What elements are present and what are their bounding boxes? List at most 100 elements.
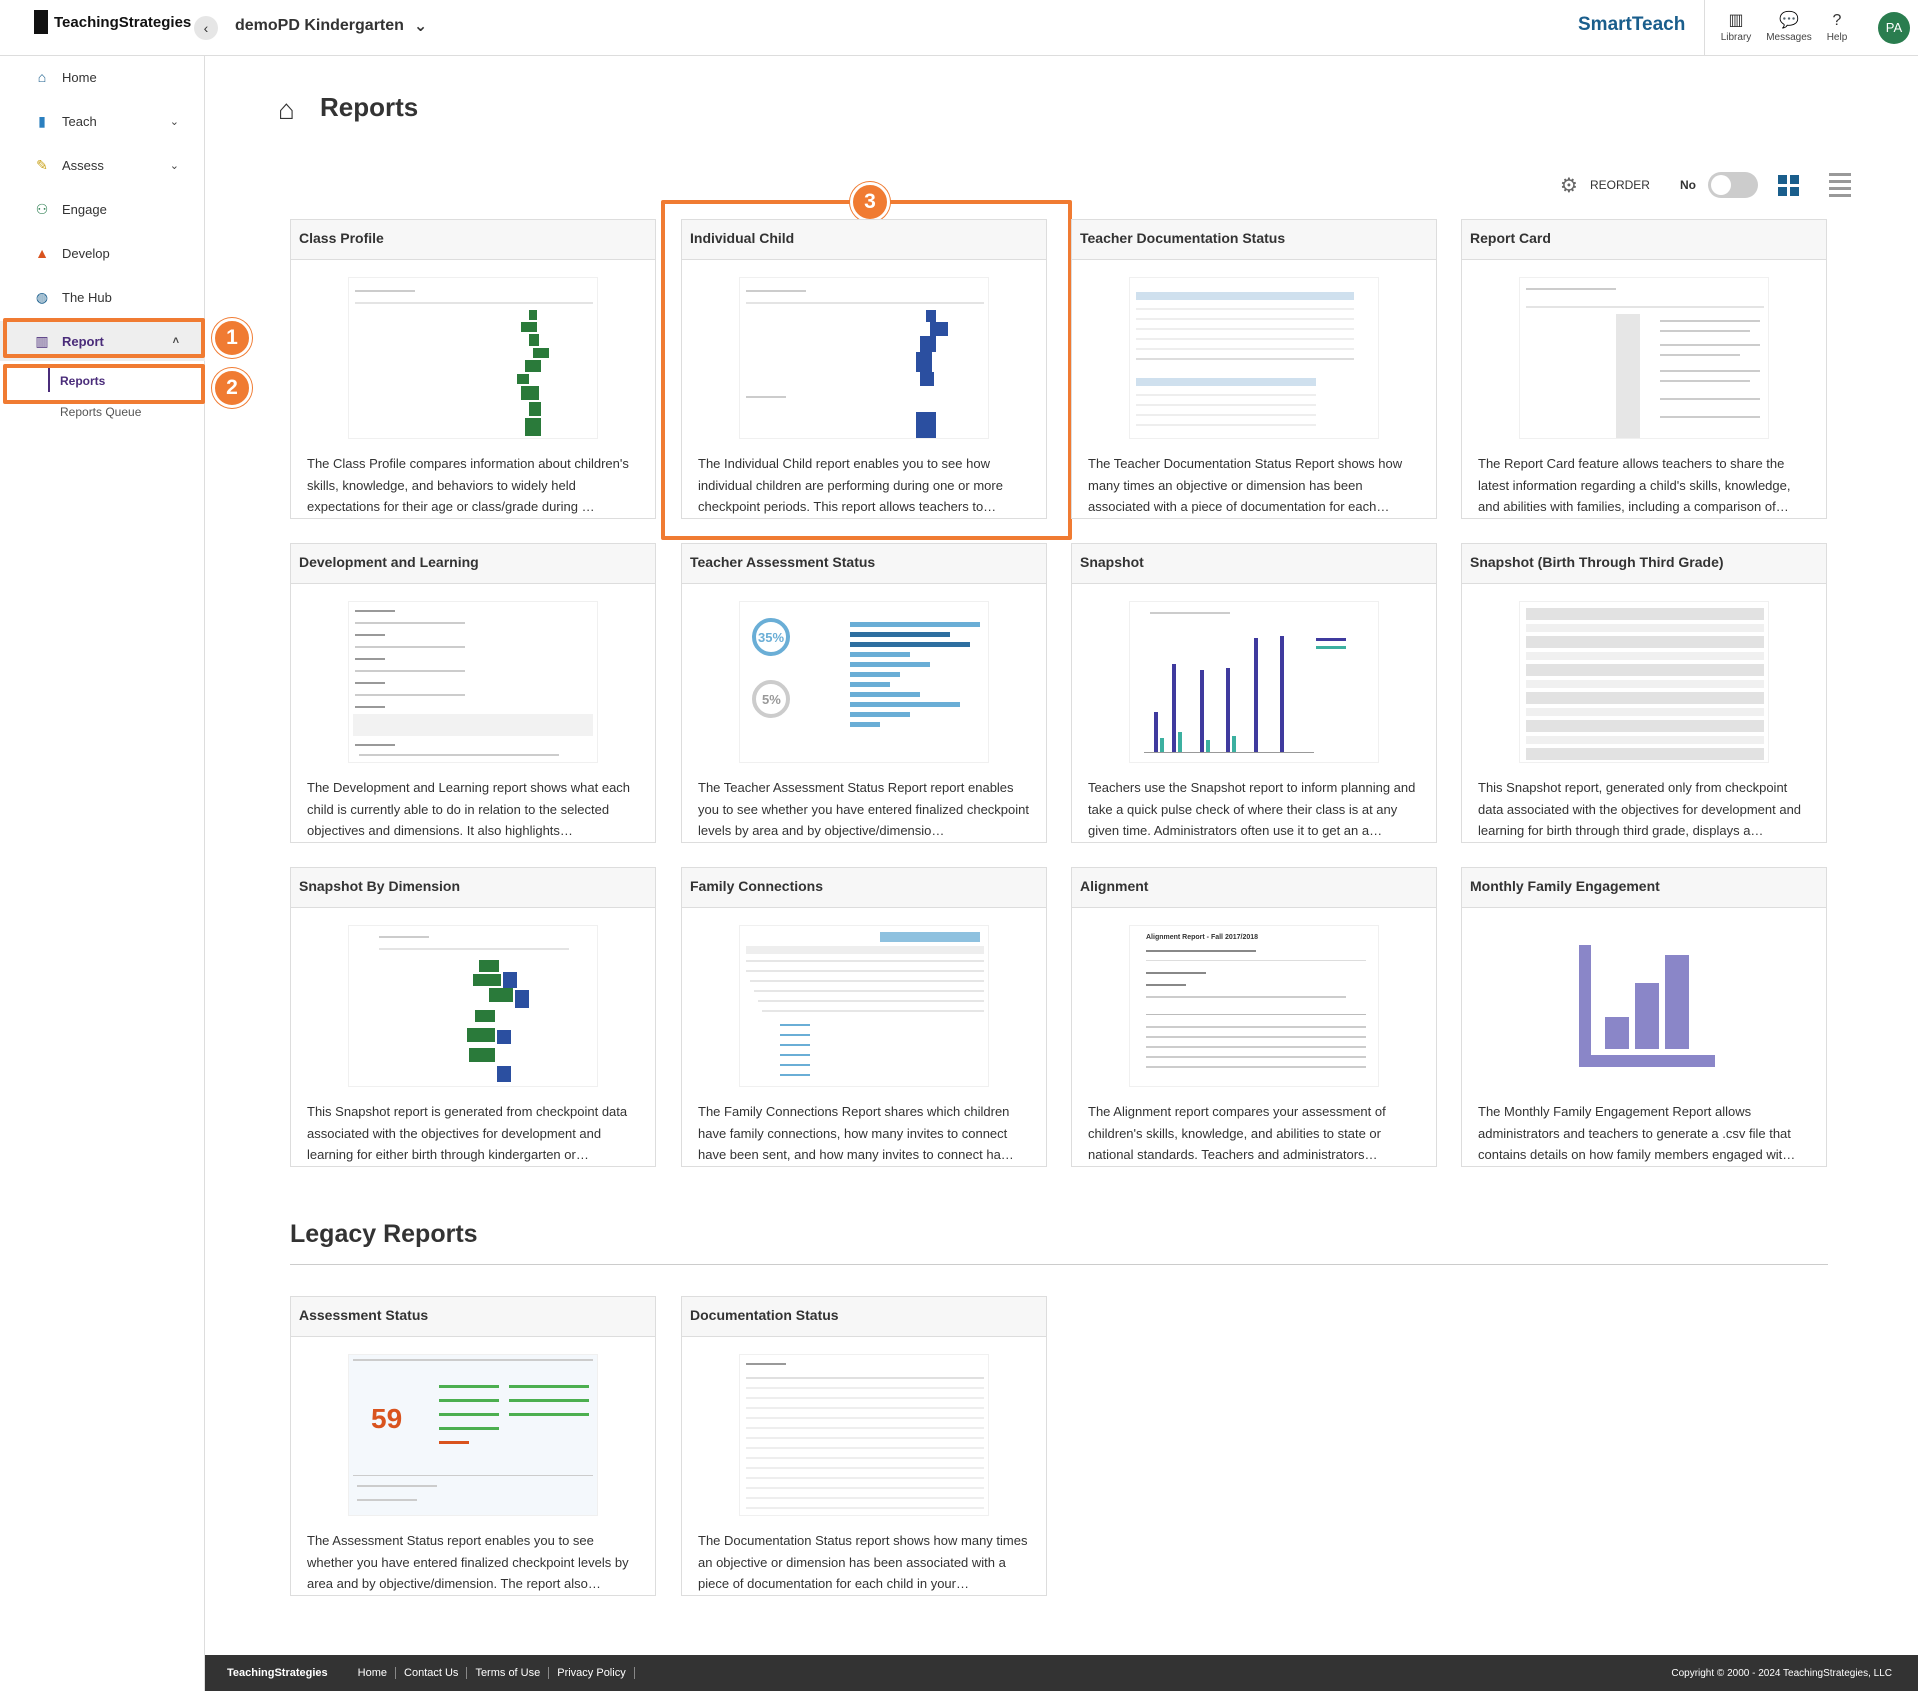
report-card-assessment-status[interactable]: Assessment Status 59 The Assessment Stat… [290, 1296, 656, 1596]
card-description: Teachers use the Snapshot report to info… [1088, 780, 1416, 838]
footer-logo: TeachingStrategies [227, 1667, 328, 1679]
mortarboard-icon: ▲ [35, 245, 49, 261]
report-thumbnail [299, 594, 647, 770]
top-bar: TeachingStrategies ‹ demoPD Kindergarten… [0, 0, 1918, 56]
card-title: Teacher Assessment Status [682, 544, 1046, 584]
report-card-teacher-documentation-status[interactable]: Teacher Documentation Status The Teacher… [1071, 219, 1437, 519]
pencil-icon: ✎ [36, 156, 48, 173]
card-description: The Teacher Assessment Status Report rep… [698, 780, 1029, 838]
copyright: Copyright © 2000 - 2024 TeachingStrategi… [1671, 1667, 1892, 1679]
report-thumbnail [1080, 270, 1428, 446]
footer-link-home[interactable]: Home [350, 1667, 397, 1679]
progress-percent: 5% [762, 692, 781, 707]
messages-icon: 💬 [1779, 12, 1799, 29]
report-thumbnail [299, 270, 647, 446]
help-icon: ? [1832, 12, 1842, 29]
toggle-knob [1710, 175, 1731, 195]
book-icon: ▮ [38, 112, 46, 129]
footer-link-privacy[interactable]: Privacy Policy [549, 1667, 635, 1679]
card-description: The Documentation Status report shows ho… [698, 1533, 1028, 1591]
report-card-class-profile[interactable]: Class Profile The Class Profile compares… [290, 219, 656, 519]
gear-icon[interactable]: ⚙ [1560, 173, 1578, 198]
class-selector[interactable]: demoPD Kindergarten ⌄ [235, 16, 427, 36]
sidebar-item-home[interactable]: ⌂ Home [0, 57, 205, 97]
report-card-individual-child[interactable]: Individual Child The Individual Child re… [681, 219, 1047, 519]
card-title: Snapshot [1072, 544, 1436, 584]
grid-view-icon[interactable] [1777, 174, 1799, 196]
card-description: The Alignment report compares your asses… [1088, 1104, 1386, 1162]
card-title: Documentation Status [682, 1297, 1046, 1337]
logo-mark-icon [34, 10, 48, 34]
report-card-family-connections[interactable]: Family Connections The Family Connection… [681, 867, 1047, 1167]
sidebar-item-develop[interactable]: ▲ Develop [0, 233, 205, 273]
card-title: Family Connections [682, 868, 1046, 908]
logo-text: TeachingStrategies [54, 13, 192, 31]
avatar[interactable]: PA [1878, 12, 1910, 44]
reorder-label: REORDER [1589, 178, 1650, 192]
collapse-sidebar-button[interactable]: ‹ [194, 16, 218, 40]
report-card-development-and-learning[interactable]: Development and Learning The Development… [290, 543, 656, 843]
people-icon: ⚇ [35, 200, 49, 217]
sidebar-item-assess[interactable]: ✎ Assess ⌄ [0, 145, 205, 185]
progress-percent: 35% [758, 630, 785, 645]
footer-link-terms[interactable]: Terms of Use [467, 1667, 550, 1679]
card-title: Alignment [1072, 868, 1436, 908]
home-icon: ⌂ [37, 69, 47, 85]
step-marker-1: 1 [212, 318, 252, 358]
help-button[interactable]: ? Help [1812, 10, 1862, 43]
report-thumbnail: Alignment Report - Fall 2017/2018 [1080, 918, 1428, 1094]
report-thumbnail [690, 1347, 1038, 1523]
sidebar-item-label: Teach [62, 113, 97, 129]
sidebar: ⌂ Home ▮ Teach ⌄ ✎ Assess ⌄ ⚇ Engage ▲ D… [0, 56, 205, 1691]
report-card-teacher-assessment-status[interactable]: Teacher Assessment Status 35% 5% The Tea… [681, 543, 1047, 843]
card-description: The Monthly Family Engagement Report all… [1478, 1104, 1796, 1162]
report-thumbnail [299, 918, 647, 1094]
card-description: The Report Card feature allows teachers … [1478, 456, 1791, 514]
card-title: Assessment Status [291, 1297, 655, 1337]
report-thumbnail [690, 270, 1038, 446]
highlight-report [3, 318, 205, 358]
messages-button[interactable]: 💬 Messages [1764, 10, 1814, 43]
report-card-report-card[interactable]: Report Card The Report Card feature allo… [1461, 219, 1827, 519]
report-thumbnail [1470, 594, 1818, 770]
sidebar-item-label: The Hub [62, 289, 112, 305]
library-button[interactable]: ▥ Library [1711, 10, 1761, 43]
library-label: Library [1720, 32, 1752, 43]
sidebar-item-teach[interactable]: ▮ Teach ⌄ [0, 101, 205, 141]
report-card-snapshot[interactable]: Snapshot Teachers use the Snapshot repor… [1071, 543, 1437, 843]
report-card-snapshot-birth-through-third-grade[interactable]: Snapshot (Birth Through Third Grade) Thi… [1461, 543, 1827, 843]
sidebar-item-engage[interactable]: ⚇ Engage [0, 189, 205, 229]
report-card-alignment[interactable]: Alignment Alignment Report - Fall 2017/2… [1071, 867, 1437, 1167]
report-thumbnail: 35% 5% [690, 594, 1038, 770]
card-title: Teacher Documentation Status [1072, 220, 1436, 260]
report-thumbnail [1470, 918, 1818, 1094]
reorder-controls: ⚙ REORDER No [1560, 172, 1851, 198]
sidebar-subitem-reports-queue[interactable]: Reports Queue [60, 405, 141, 419]
sidebar-item-the-hub[interactable]: ◍ The Hub [0, 277, 205, 317]
page-title: Reports [320, 92, 419, 122]
chevron-down-icon: ⌄ [169, 159, 179, 172]
list-view-icon[interactable] [1828, 173, 1851, 197]
reorder-value: No [1679, 178, 1696, 192]
reorder-toggle[interactable] [1707, 172, 1758, 198]
chevron-down-icon: ⌄ [169, 115, 179, 128]
report-thumbnail [1470, 270, 1818, 446]
globe-icon: ◍ [35, 288, 49, 305]
divider [290, 1264, 1828, 1265]
card-description: This Snapshot report, generated only fro… [1478, 780, 1802, 838]
card-title: Snapshot By Dimension [291, 868, 655, 908]
help-label: Help [1826, 32, 1848, 43]
teaching-strategies-logo[interactable]: TeachingStrategies [34, 10, 191, 34]
report-card-monthly-family-engagement[interactable]: Monthly Family Engagement The Monthly Fa… [1461, 867, 1827, 1167]
sidebar-item-label: Engage [62, 201, 107, 217]
card-description: The Individual Child report enables you … [698, 456, 1003, 514]
card-description: The Class Profile compares information a… [307, 456, 629, 514]
card-description: The Family Connections Report shares whi… [698, 1104, 1014, 1162]
report-card-snapshot-by-dimension[interactable]: Snapshot By Dimension This Snapshot repo… [290, 867, 656, 1167]
footer-link-contact[interactable]: Contact Us [396, 1667, 468, 1679]
report-card-documentation-status[interactable]: Documentation Status The Documentation S… [681, 1296, 1047, 1596]
report-thumbnail: 59 [299, 1347, 647, 1523]
card-title: Monthly Family Engagement [1462, 868, 1826, 908]
overall-progress-value: 59 [371, 1403, 403, 1434]
card-description: This Snapshot report is generated from c… [307, 1104, 628, 1162]
